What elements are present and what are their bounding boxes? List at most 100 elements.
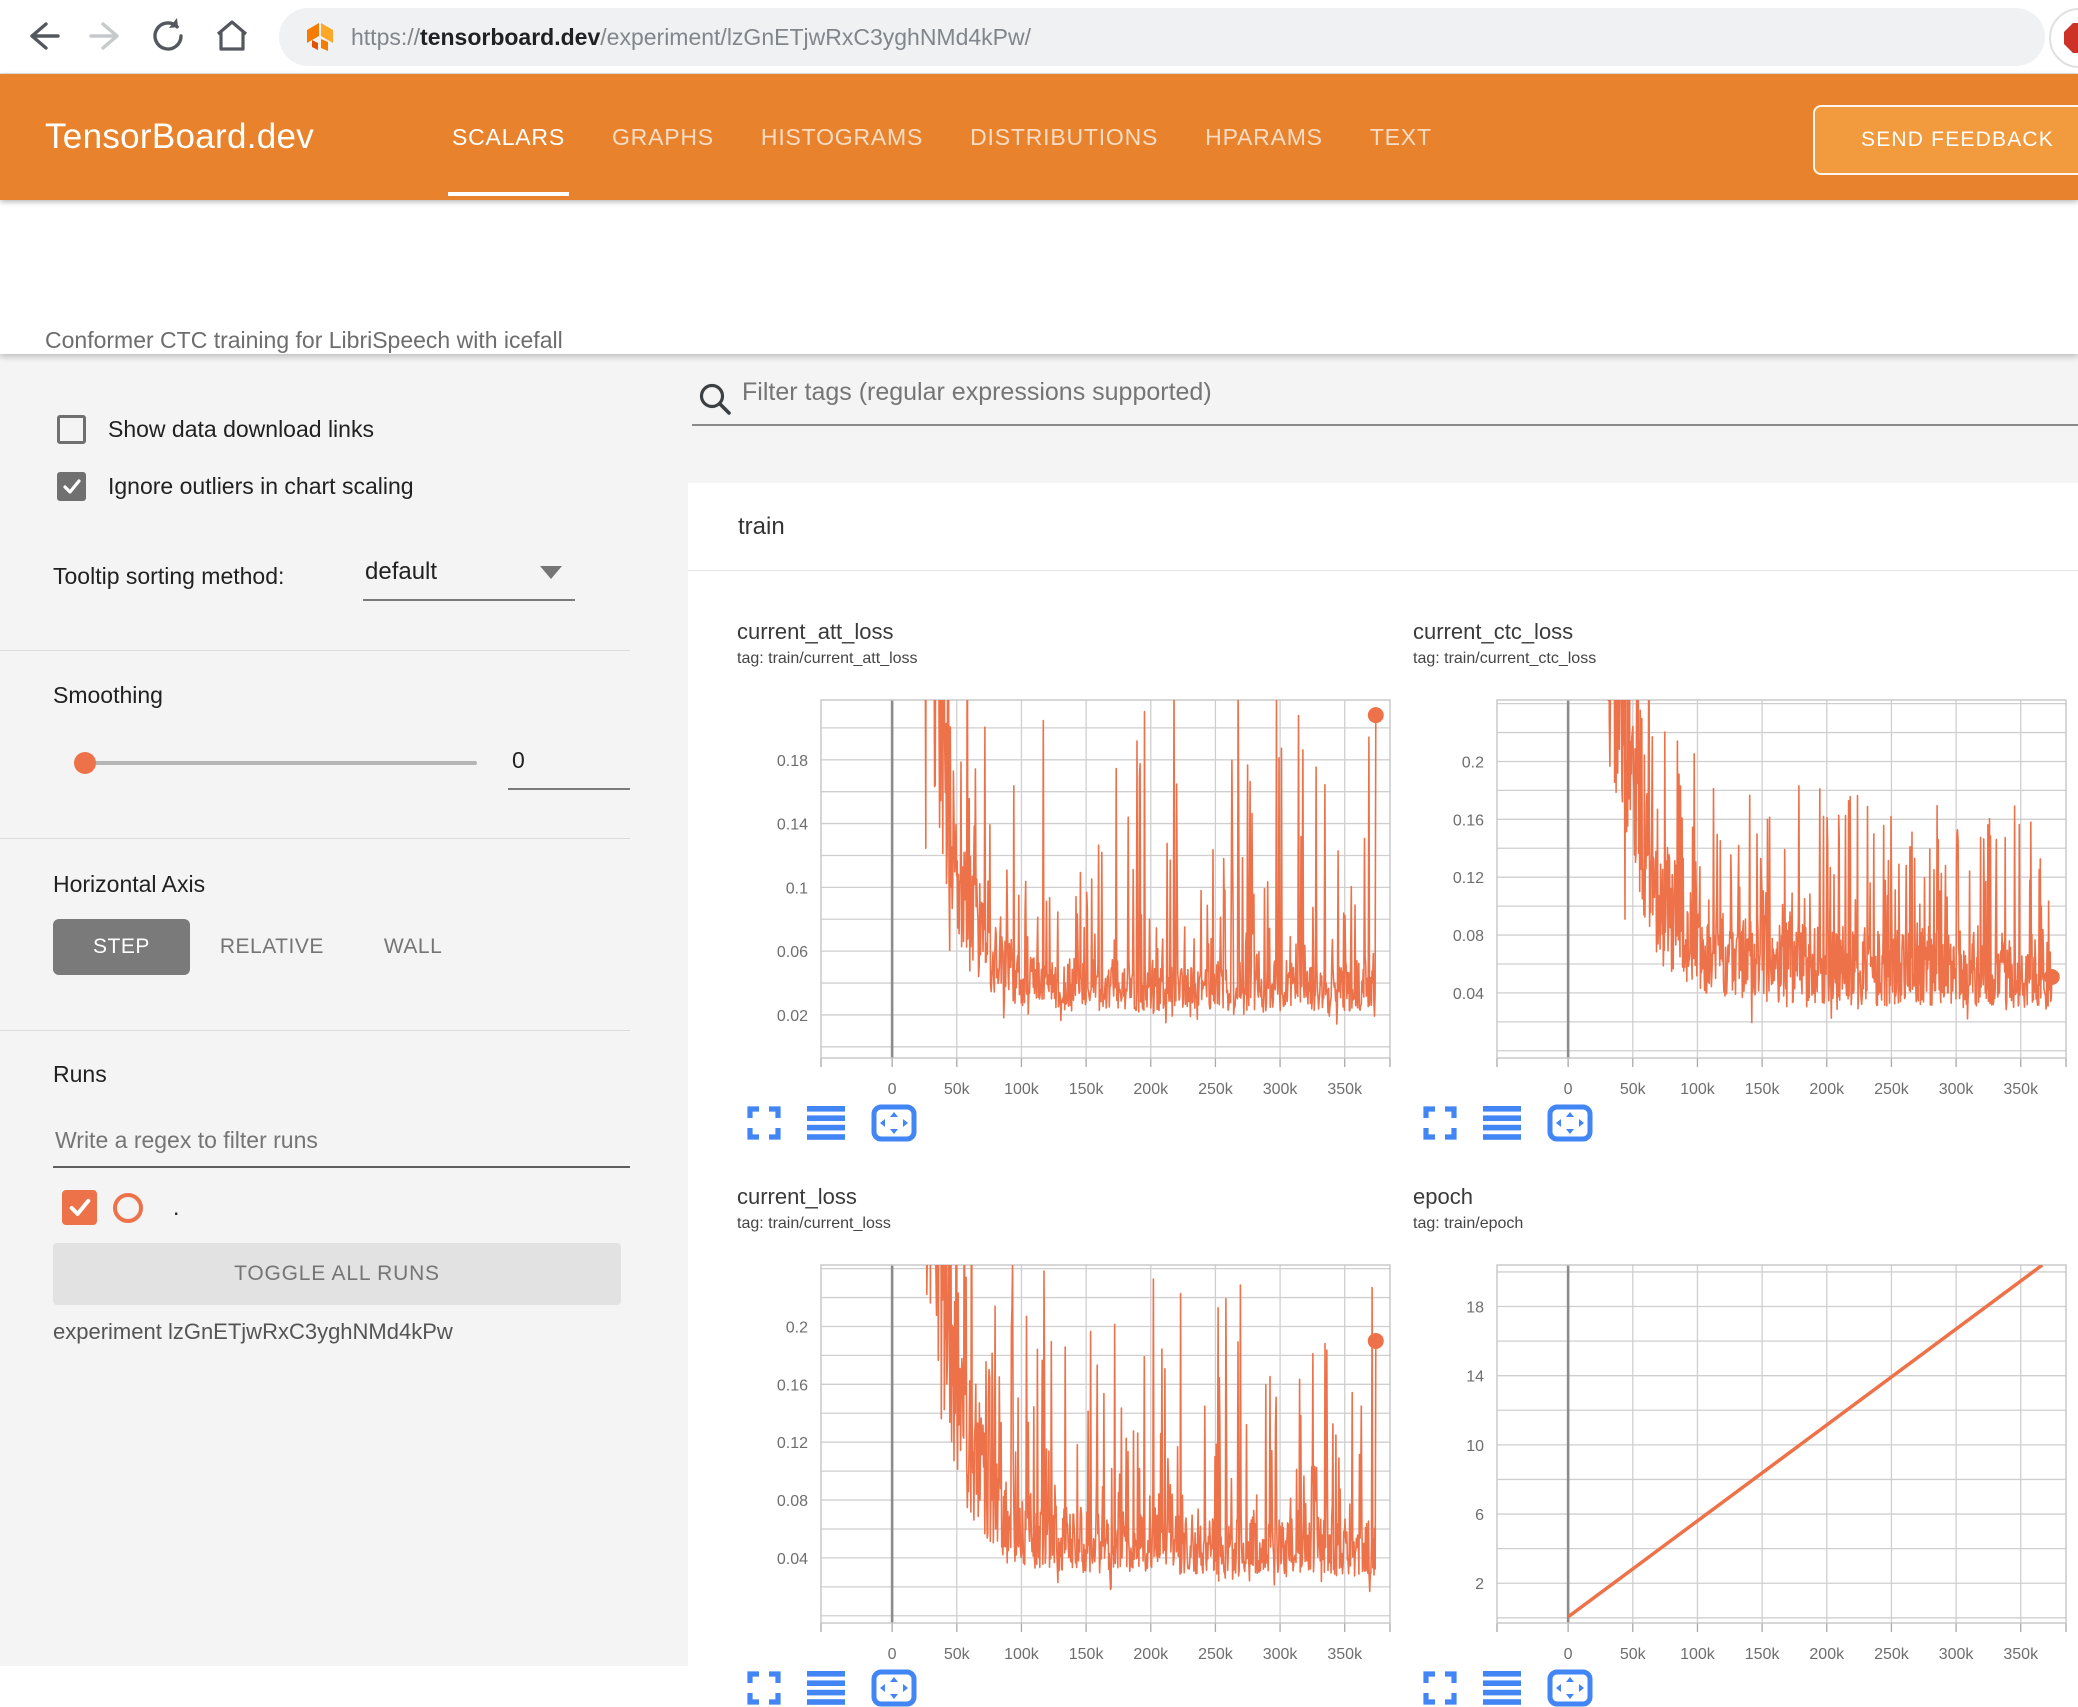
home-icon[interactable] (210, 14, 254, 58)
run-row[interactable]: . (62, 1190, 179, 1225)
svg-text:0.16: 0.16 (777, 1377, 808, 1394)
runs-label: Runs (53, 1061, 107, 1087)
chart-toolbar (1423, 1104, 1593, 1142)
divider (0, 650, 630, 651)
svg-text:250k: 250k (1198, 1081, 1234, 1098)
tab-graphs[interactable]: GRAPHS (612, 74, 714, 200)
chart-plot-current_att_loss[interactable]: 0.02 0.06 0.1 0.14 0.18 0 50k 100k 150k 200k 250k 3… (737, 690, 1409, 1116)
smoothing-slider-track[interactable] (85, 761, 477, 765)
chart-tag: tag: train/current_ctc_loss (1413, 649, 1597, 667)
svg-text:2: 2 (1475, 1576, 1484, 1593)
tooltip-sorting-select[interactable]: default (365, 558, 437, 586)
back-icon[interactable] (20, 14, 64, 58)
input-underline (53, 1166, 630, 1168)
forward-icon[interactable] (85, 14, 129, 58)
svg-text:350k: 350k (1327, 1646, 1363, 1663)
smoothing-label: Smoothing (53, 682, 163, 708)
fullscreen-icon[interactable] (1423, 1671, 1457, 1705)
adblock-extension-icon[interactable] (2049, 8, 2078, 68)
search-icon (699, 383, 731, 415)
show-download-links-checkbox[interactable]: Show data download links (57, 415, 374, 444)
svg-text:18: 18 (1466, 1300, 1484, 1317)
run-checkbox-checked-icon[interactable] (62, 1190, 97, 1225)
divider (0, 1030, 630, 1031)
svg-text:0.04: 0.04 (777, 1551, 808, 1568)
tooltip-sorting-label: Tooltip sorting method: (53, 563, 285, 589)
chart-block-current_loss: current_loss tag: train/current_loss 0.04 0… (737, 1183, 1409, 1707)
svg-text:0.12: 0.12 (1453, 870, 1484, 887)
data-table-icon[interactable] (807, 1105, 845, 1141)
svg-text:0.02: 0.02 (777, 1008, 808, 1025)
fit-domain-icon[interactable] (1547, 1104, 1593, 1142)
chart-plot-epoch[interactable]: 2 6 10 14 18 0 50k 100k 150k 200k 250k 300k 350k (1413, 1255, 2078, 1681)
smoothing-value[interactable]: 0 (512, 747, 525, 774)
tab-text[interactable]: TEXT (1370, 74, 1432, 200)
svg-text:0.2: 0.2 (786, 1319, 808, 1336)
svg-text:10: 10 (1466, 1438, 1484, 1455)
svg-text:250k: 250k (1874, 1646, 1910, 1663)
train-group-card: train current_att_loss tag: train/current… (688, 483, 2078, 1707)
svg-text:0.06: 0.06 (777, 944, 808, 961)
horizontal-axis-option-wall[interactable]: WALL (354, 919, 472, 975)
horizontal-axis-option-relative[interactable]: RELATIVE (190, 919, 354, 975)
chart-block-current_ctc_loss: current_ctc_loss tag: train/current_ctc_l… (1413, 618, 2078, 1142)
runs-filter-input[interactable]: Write a regex to filter runs (55, 1127, 318, 1154)
chart-plot-current_ctc_loss[interactable]: 0.04 0.08 0.12 0.16 0.2 0 50k 100k 150k 200k 250k 3… (1413, 690, 2078, 1116)
chevron-down-icon[interactable] (540, 566, 562, 579)
svg-text:300k: 300k (1263, 1081, 1299, 1098)
fullscreen-icon[interactable] (1423, 1106, 1457, 1140)
group-header[interactable]: train (688, 483, 2078, 571)
fullscreen-icon[interactable] (747, 1106, 781, 1140)
svg-text:200k: 200k (1133, 1646, 1169, 1663)
data-table-icon[interactable] (1483, 1105, 1521, 1141)
divider (0, 838, 630, 839)
experiment-id-line: experiment lzGnETjwRxC3yghNMd4kPw (53, 1319, 453, 1344)
fit-domain-icon[interactable] (871, 1669, 917, 1707)
fit-domain-icon[interactable] (1547, 1669, 1593, 1707)
svg-text:150k: 150k (1745, 1646, 1781, 1663)
app-logo: TensorBoard.dev (45, 117, 315, 156)
send-feedback-button[interactable]: SEND FEEDBACK (1813, 105, 2078, 175)
reload-icon[interactable] (146, 14, 190, 58)
group-title: train (738, 513, 785, 540)
svg-text:100k: 100k (1004, 1081, 1040, 1098)
svg-text:100k: 100k (1680, 1646, 1716, 1663)
browser-toolbar: https://tensorboard.dev/experiment/lzGnE… (0, 0, 2078, 74)
chart-toolbar (1423, 1669, 1593, 1707)
tab-distributions[interactable]: DISTRIBUTIONS (970, 74, 1158, 200)
svg-text:300k: 300k (1939, 1646, 1975, 1663)
svg-text:150k: 150k (1745, 1081, 1781, 1098)
svg-text:0: 0 (1564, 1646, 1573, 1663)
chart-title: current_loss (737, 1184, 857, 1209)
svg-text:0.2: 0.2 (1462, 754, 1484, 771)
svg-text:100k: 100k (1680, 1081, 1716, 1098)
toggle-all-runs-button[interactable]: TOGGLE ALL RUNS (53, 1243, 621, 1305)
content-area: Show data download links Ignore outliers… (0, 354, 2078, 1707)
fullscreen-icon[interactable] (747, 1671, 781, 1705)
tab-scalars[interactable]: SCALARS (448, 74, 569, 200)
ignore-outliers-checkbox[interactable]: Ignore outliers in chart scaling (57, 472, 414, 501)
svg-text:250k: 250k (1198, 1646, 1234, 1663)
tab-histograms[interactable]: HISTOGRAMS (761, 74, 923, 200)
tab-hparams[interactable]: HPARAMS (1205, 74, 1323, 200)
chart-block-current_att_loss: current_att_loss tag: train/current_att_l… (737, 618, 1409, 1142)
checkbox-label: Ignore outliers in chart scaling (108, 473, 414, 499)
data-table-icon[interactable] (1483, 1670, 1521, 1706)
svg-text:0.08: 0.08 (777, 1493, 808, 1510)
chart-tag: tag: train/current_loss (737, 1214, 891, 1232)
tensorboard-favicon-icon (307, 23, 333, 51)
chart-plot-current_loss[interactable]: 0.04 0.08 0.12 0.16 0.2 0 50k 100k 150k 200k 250k 3… (737, 1255, 1409, 1681)
fit-domain-icon[interactable] (871, 1104, 917, 1142)
tag-filter-input[interactable]: Filter tags (regular expressions support… (742, 378, 1212, 407)
svg-text:200k: 200k (1809, 1646, 1845, 1663)
smoothing-slider-thumb[interactable] (74, 752, 96, 774)
svg-text:0.18: 0.18 (777, 753, 808, 770)
svg-text:250k: 250k (1874, 1081, 1910, 1098)
horizontal-axis-option-step[interactable]: STEP (53, 919, 190, 975)
address-bar[interactable]: https://tensorboard.dev/experiment/lzGnE… (279, 8, 2045, 66)
data-table-icon[interactable] (807, 1670, 845, 1706)
chart-title: current_att_loss (737, 619, 894, 644)
svg-text:300k: 300k (1939, 1081, 1975, 1098)
url-text: https://tensorboard.dev/experiment/lzGnE… (351, 23, 1032, 50)
select-underline (363, 599, 575, 601)
